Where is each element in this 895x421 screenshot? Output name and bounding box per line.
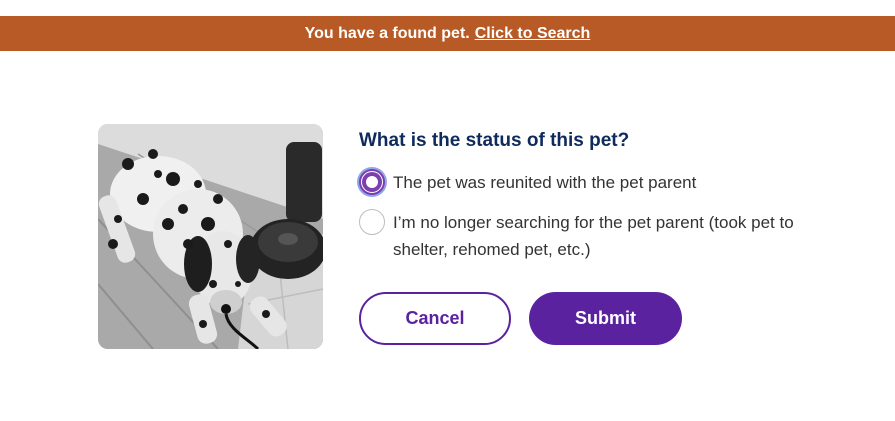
- option-reunited[interactable]: The pet was reunited with the pet parent: [359, 169, 696, 196]
- cancel-button[interactable]: Cancel: [359, 292, 511, 345]
- pet-photo: [98, 124, 323, 349]
- found-pet-banner: You have a found pet. Click to Search: [0, 16, 895, 51]
- banner-message: You have a found pet.: [304, 24, 470, 42]
- option-reunited-label: The pet was reunited with the pet parent: [393, 173, 697, 192]
- status-question: What is the status of this pet?: [359, 130, 630, 151]
- search-link[interactable]: Click to Search: [475, 25, 591, 43]
- submit-button[interactable]: Submit: [529, 292, 682, 345]
- option-no-longer-searching[interactable]: I’m no longer searching for the pet pare…: [359, 209, 829, 263]
- radio-reunited[interactable]: [359, 169, 385, 195]
- pet-status-form: What is the status of this pet? The pet …: [359, 128, 839, 345]
- option-no-longer-searching-label: I’m no longer searching for the pet pare…: [393, 213, 794, 259]
- dog-image: [98, 124, 323, 349]
- radio-no-longer-searching[interactable]: [359, 209, 385, 235]
- radio-selected-dot: [366, 176, 378, 188]
